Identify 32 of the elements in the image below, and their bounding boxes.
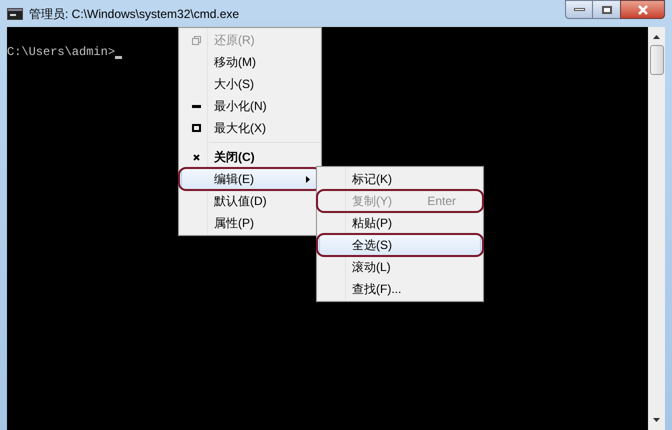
close-icon [636, 4, 648, 14]
menu-item[interactable]: 查找(F)... [319, 278, 481, 300]
close-button[interactable] [620, 0, 665, 19]
minimize-icon [192, 104, 200, 108]
maximize-icon [602, 6, 612, 14]
restore-icon [192, 36, 200, 44]
menu-item[interactable]: 最小化(N) [181, 95, 319, 117]
scroll-thumb[interactable] [650, 45, 664, 75]
console-prompt: C:\Users\admin> [7, 44, 116, 61]
menu-item[interactable]: 滚动(L) [319, 256, 481, 278]
menu-item[interactable]: 大小(S) [181, 73, 319, 95]
scroll-up-icon[interactable] [653, 35, 660, 39]
menu-item[interactable]: 全选(S) [319, 234, 481, 256]
menu-item[interactable]: 关闭(C) [181, 146, 319, 168]
minimize-button[interactable] [565, 0, 593, 19]
window-title: 管理员: C:\Windows\system32\cmd.exe [29, 6, 240, 22]
close-icon [192, 154, 200, 160]
scrollbar[interactable] [648, 27, 665, 430]
menu-item[interactable]: 标记(K) [319, 168, 481, 190]
menu-item[interactable]: 编辑(E) [181, 168, 319, 190]
console-app-icon [7, 8, 23, 20]
maximize-button[interactable] [593, 0, 620, 19]
menu-item[interactable]: 最大化(X) [181, 117, 319, 139]
text-cursor [115, 56, 122, 59]
scroll-down-icon[interactable] [653, 418, 660, 422]
menu-item[interactable]: 粘贴(P) [319, 212, 481, 234]
maximize-icon [192, 124, 200, 132]
minimize-icon [574, 8, 584, 11]
submenu-arrow-icon [306, 176, 310, 182]
menu-item[interactable]: 默认值(D) [181, 190, 319, 212]
menu-item[interactable]: 移动(M) [181, 51, 319, 73]
menu-item[interactable]: 属性(P) [181, 212, 319, 234]
